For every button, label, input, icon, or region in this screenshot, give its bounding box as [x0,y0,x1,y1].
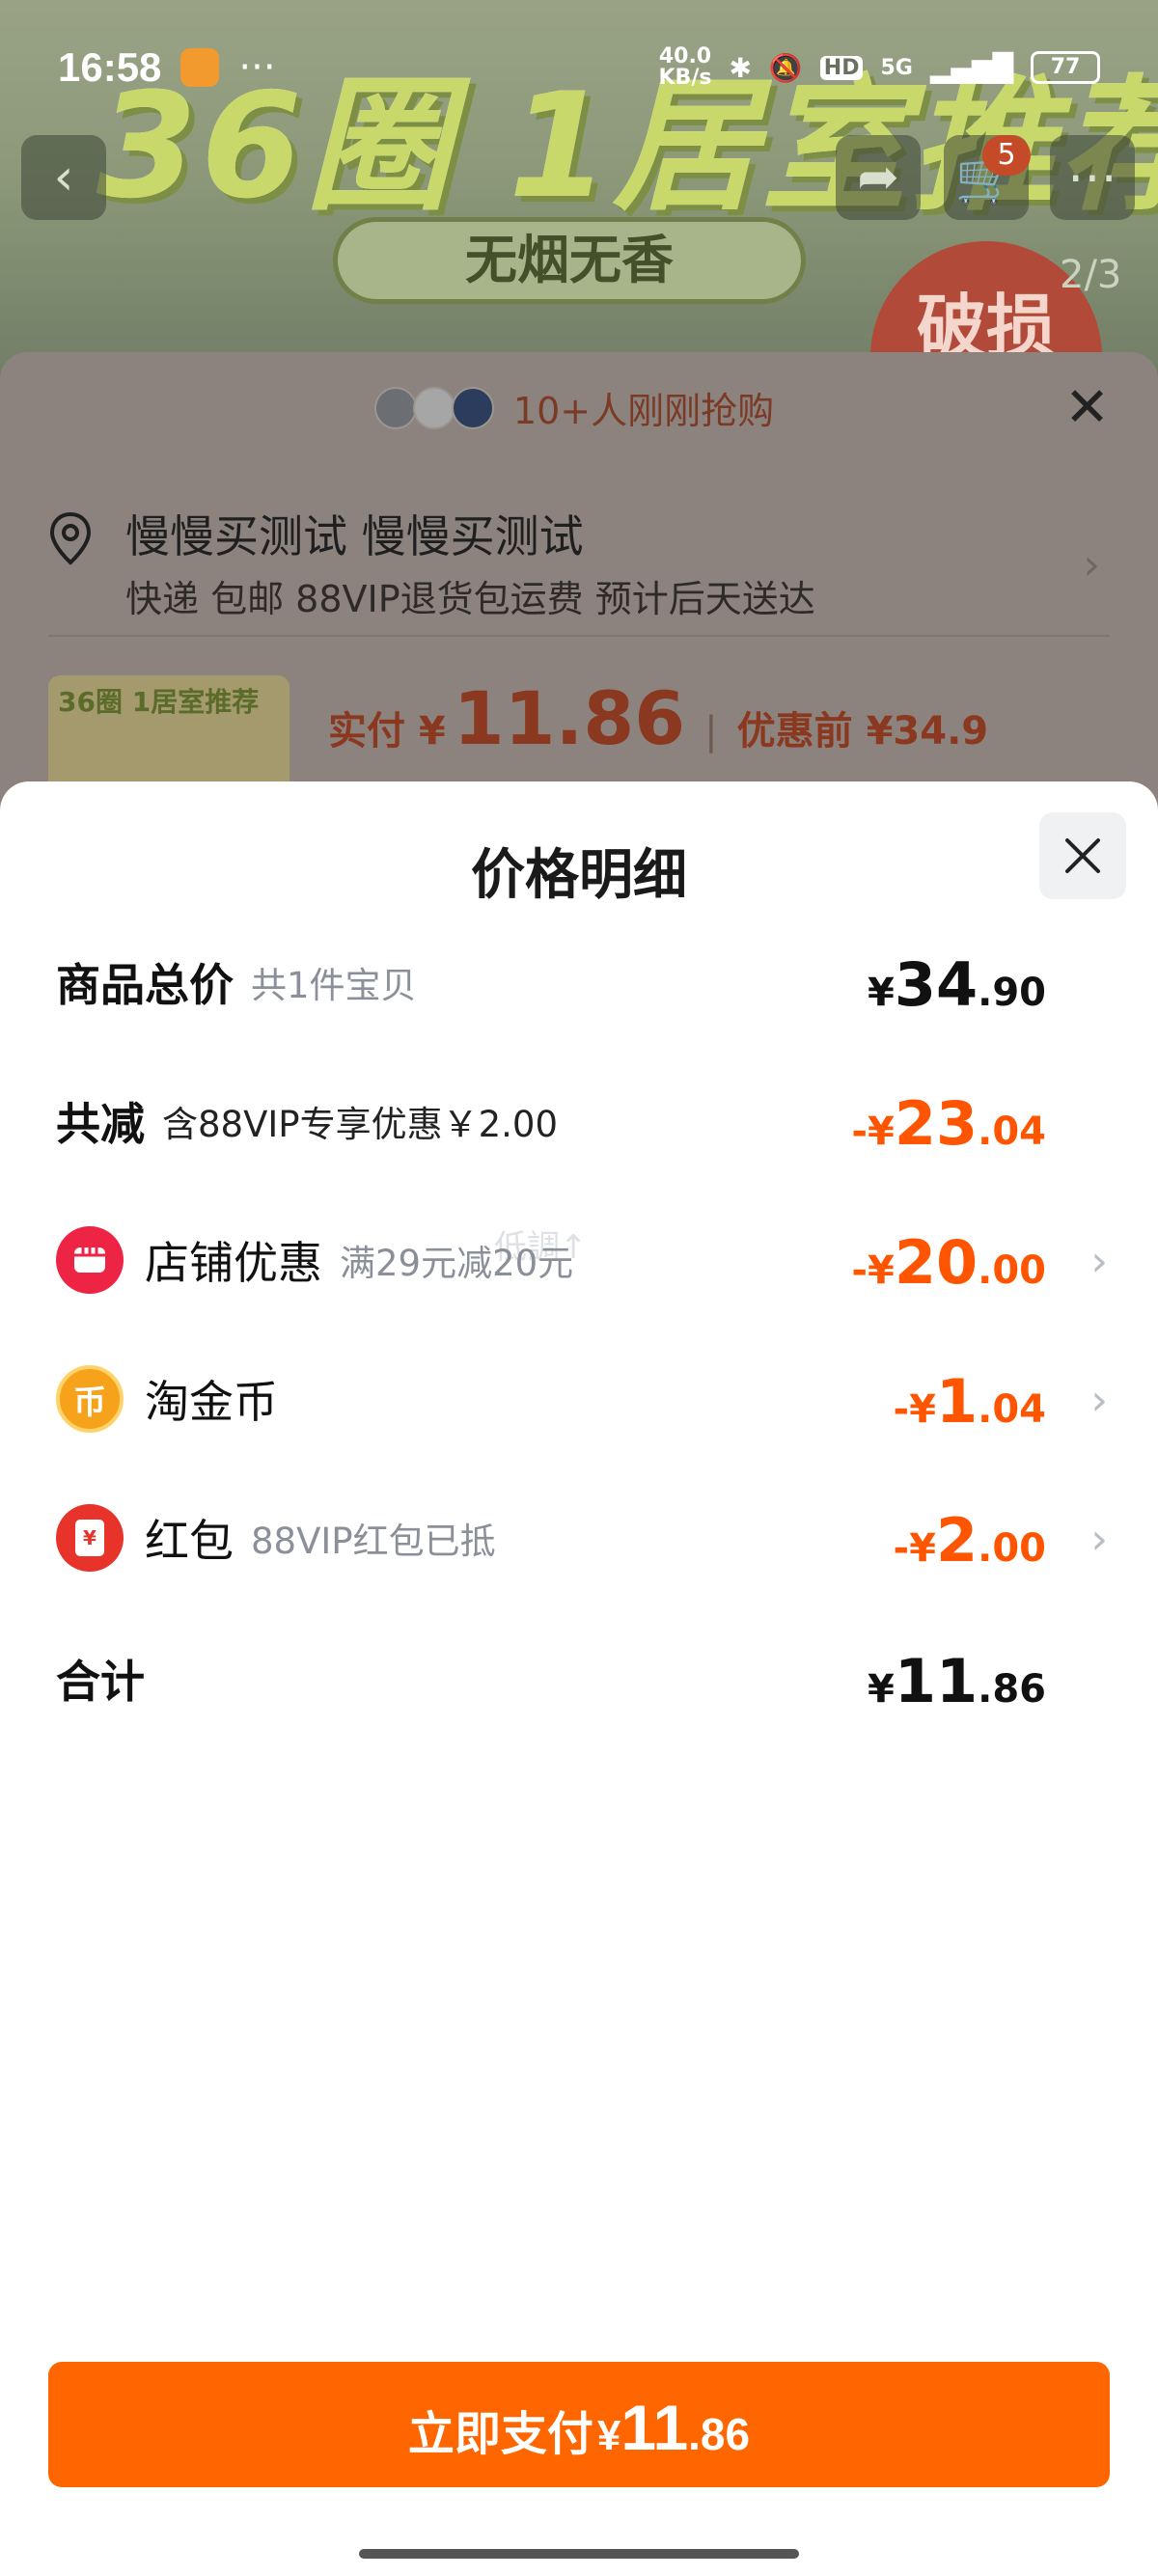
price-detail-modal: 价格明细 商品总价 共1件宝贝 ¥34.90 共减 含88VIP专享优惠￥2.0… [0,781,1158,2576]
row-amount: - ¥23.04 [851,1088,1046,1159]
image-index: 2/3 [1060,253,1122,297]
price-row-shop-discount[interactable]: 店铺优惠 满29元减20元 - ¥20.00 › [56,1221,1108,1299]
row-note: 88VIP红包已抵 [251,1521,496,1562]
close-button[interactable] [1039,812,1126,899]
status-time: 16:58 [58,44,162,90]
row-note: 含88VIP专享优惠￥2.00 [162,1104,558,1145]
chevron-right-icon: › [1083,540,1100,589]
more-icon: ⋯ [1067,149,1117,206]
pay-now-button[interactable]: 立即支付 ¥11.86 [48,2362,1110,2487]
share-icon: ➦ [857,149,899,206]
row-label: 商品总价 [56,959,234,1011]
network-speed: 40.0 KB/s [658,44,712,90]
network-type: 5G [880,55,913,80]
price-row-grand-total: 合计 ¥11.86 [56,1640,1108,1717]
avatar [373,386,417,429]
banner-subtitle: 无烟无香 [333,217,806,304]
coin-icon: 币 [56,1365,124,1433]
avatar [412,386,455,429]
row-label: 红包 [145,1515,234,1567]
hd-icon: HD [819,55,864,80]
chevron-right-icon: › [1090,1237,1108,1286]
row-amount: - ¥20.00 [851,1227,1046,1298]
more-notifications-icon: ··· [238,45,276,90]
close-icon[interactable]: ✕ [1064,381,1110,435]
buyers-text: 10+人刚刚抢购 [512,390,775,432]
battery-icon: 77 [1031,51,1100,84]
row-label: 店铺优惠 [145,1237,322,1289]
row-amount: ¥11.86 [868,1646,1046,1716]
row-label: 共减 [56,1098,145,1150]
row-amount: - ¥2.00 [893,1505,1046,1576]
row-note: 满29元减20元 [340,1243,574,1284]
address-name: 慢慢买测试 慢慢买测试 [125,510,584,562]
shop-icon [56,1226,124,1294]
avatar [451,386,494,429]
row-label: 淘金币 [145,1376,278,1428]
mute-icon: 🔕 [768,51,803,84]
row-amount: - ¥1.04 [893,1366,1046,1437]
red-packet-icon: ¥ [56,1504,124,1572]
cart-count-badge: 5 [982,135,1031,176]
pay-now-label: 立即支付 [407,2409,593,2460]
price-row-taojinbi[interactable]: 币 淘金币 - ¥1.04 › [56,1360,1108,1438]
price-row-total-goods: 商品总价 共1件宝贝 ¥34.90 [56,944,1108,1021]
share-button[interactable]: ➦ [836,135,921,220]
back-button[interactable]: ‹ [21,135,106,220]
bluetooth-icon: ✱ [729,51,752,84]
price-row-red-packet[interactable]: ¥ 红包 88VIP红包已抵 - ¥2.00 › [56,1499,1108,1576]
address-row[interactable]: 慢慢买测试 慢慢买测试 快递 包邮 88VIP退货包运费 预计后天送达 › [48,492,1110,637]
home-indicator[interactable] [359,2549,799,2559]
recent-buyers: 10+人刚刚抢购 [0,381,1158,434]
actual-pay-summary: 实付 ¥ 11.86 | 优惠前 ¥34.9 [328,675,989,761]
more-button[interactable]: ⋯ [1050,135,1135,220]
order-sheet: 10+人刚刚抢购 ✕ 慢慢买测试 慢慢买测试 快递 包邮 88VIP退货包运费 … [0,352,1158,835]
close-icon [1065,838,1100,873]
row-amount: ¥34.90 [868,949,1046,1020]
modal-title: 价格明细 [471,844,687,907]
row-label: 合计 [56,1656,145,1708]
chevron-right-icon: › [1090,1376,1108,1425]
price-row-total-discount: 共减 含88VIP专享优惠￥2.00 - ¥23.04 [56,1082,1108,1160]
row-note: 共1件宝贝 [251,965,417,1006]
signal-icon: ▂▄▆█ [929,51,1013,84]
location-pin-icon [49,511,92,565]
status-bar: 16:58 ··· 40.0 KB/s ✱ 🔕 HD 5G ▂▄▆█ 77 [0,0,1158,135]
app-notification-icon [180,48,220,87]
chevron-right-icon: › [1090,1515,1108,1564]
delivery-info: 快递 包邮 88VIP退货包运费 预计后天送达 [125,578,815,620]
chevron-left-icon: ‹ [53,149,74,206]
